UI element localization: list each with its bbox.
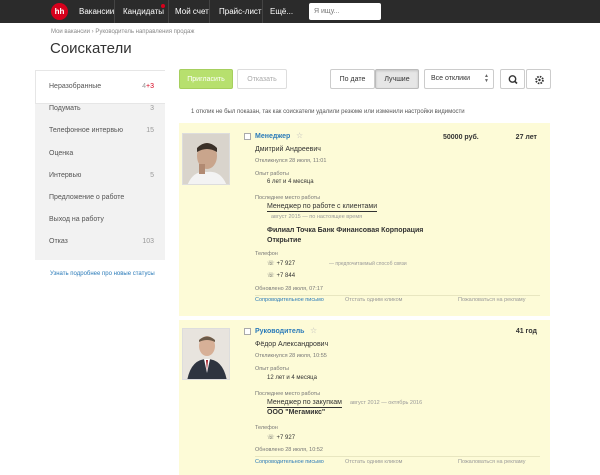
candidate-position-link[interactable]: Менеджер — [255, 133, 290, 140]
last-job-title[interactable]: Менеджер по работе с клиентами — [267, 203, 378, 212]
candidate-age: 27 лет — [515, 134, 537, 141]
candidate-age: 41 год — [515, 328, 537, 335]
updated-date: Обновлено 28 июля, 07:17 — [255, 286, 323, 292]
cover-letter-link[interactable]: Сопроводительное письмо — [255, 297, 324, 303]
candidate-checkbox[interactable] — [244, 133, 251, 140]
nav-divider — [114, 0, 115, 23]
updated-date: Обновлено 28 июля, 10:52 — [255, 447, 323, 453]
header-search-input[interactable] — [309, 3, 381, 20]
candidate-photo[interactable] — [182, 133, 230, 185]
learn-more-statuses-link[interactable]: Узнать подробнее про новые статусы — [50, 270, 160, 279]
candidate-checkbox[interactable] — [244, 328, 251, 335]
candidate-card: Руководитель ☆ 41 год Фёдор Александрови… — [179, 320, 550, 475]
nav-price-list[interactable]: Прайс-лист — [219, 7, 262, 16]
phone-label: Телефон — [255, 251, 278, 257]
nav-candidates[interactable]: Кандидаты — [123, 7, 164, 16]
phone-value[interactable]: +7 927 — [277, 435, 296, 441]
sidebar-count-think: 3 — [150, 105, 154, 112]
last-job-dates: август 2015 — по настоящее время — [271, 214, 363, 220]
nav-more[interactable]: Ещё... — [270, 7, 293, 16]
settings-button[interactable] — [526, 69, 551, 89]
invite-button[interactable]: Пригласить — [179, 69, 233, 89]
phone-value[interactable]: +7 927 — [277, 261, 296, 267]
favorite-star-icon[interactable]: ☆ — [310, 326, 317, 335]
last-job-company: Филиал Точка Банк Финансовая Корпорация … — [267, 227, 424, 244]
nav-my-account[interactable]: Мой счет — [175, 7, 209, 16]
responses-filter-value: Все отклики — [431, 75, 471, 82]
card-divider — [255, 456, 540, 457]
sidebar-item-assessment[interactable]: Оценка — [49, 150, 73, 157]
candidate-salary: 50000 руб. — [443, 134, 479, 141]
nav-divider — [168, 0, 169, 23]
sort-best-button[interactable]: Лучшие — [375, 69, 419, 89]
last-job-title[interactable]: Менеджер по закупкам — [267, 399, 342, 408]
reject-button[interactable]: Отказать — [237, 69, 287, 89]
candidate-photo-image — [183, 329, 229, 379]
phone-label: Телефон — [255, 425, 278, 431]
status-sidebar: Неразобранные 4 +3 Подумать 3 Телефонное… — [35, 70, 165, 260]
phone-number: ☏ +7 844 — [267, 272, 295, 279]
notification-dot-icon — [161, 4, 165, 8]
sort-by-date-button[interactable]: По дате — [330, 69, 375, 89]
sidebar-count-phone-interview: 15 — [146, 127, 154, 134]
last-job-company: ООО "Мегамикс" — [267, 409, 326, 416]
search-button[interactable] — [500, 69, 525, 89]
sidebar-item-job-offer[interactable]: Предложение о работе — [49, 194, 124, 201]
nav-divider — [262, 0, 263, 23]
candidate-card: Менеджер ☆ 50000 руб. 27 лет Дмитрий Анд… — [179, 123, 550, 316]
last-job-label: Последнее место работы — [255, 195, 321, 201]
experience-label: Опыт работы — [255, 366, 289, 372]
sidebar-item-think[interactable]: Подумать — [49, 105, 81, 112]
experience-value: 12 лет и 4 месяца — [267, 375, 317, 381]
responses-filter-select[interactable]: Все отклики ▲ ▼ — [424, 69, 494, 89]
report-ad-link[interactable]: Пожаловаться на рекламу — [458, 459, 526, 465]
page-title: Соискатели — [50, 40, 132, 57]
phone-value[interactable]: +7 844 — [277, 273, 296, 279]
card-divider — [255, 295, 540, 296]
top-navigation-bar: hh Вакансии Кандидаты Мой счет Прайс-лис… — [0, 0, 600, 23]
last-job-dates: август 2012 — октябрь 2016 — [350, 400, 423, 406]
cover-letter-link[interactable]: Сопроводительное письмо — [255, 459, 324, 465]
search-icon — [508, 75, 518, 85]
one-click-reject-link[interactable]: Отстать одним кликом — [345, 297, 402, 303]
select-arrows-icon: ▲ ▼ — [484, 73, 489, 84]
sidebar-new-count-unsorted: +3 — [146, 83, 154, 90]
phone-icon: ☏ — [267, 273, 275, 279]
breadcrumb[interactable]: Мои вакансии › Руководитель направления … — [51, 29, 194, 35]
one-click-reject-link[interactable]: Отстать одним кликом — [345, 459, 402, 465]
sidebar-item-interview[interactable]: Интервью — [49, 172, 81, 179]
experience-value: 6 лет и 4 месяца — [267, 179, 314, 185]
hidden-responses-notice: 1 отклик не был показан, так как соискат… — [191, 109, 465, 115]
header-search-box — [309, 3, 381, 20]
phone-icon: ☏ — [267, 261, 275, 267]
preferred-contact-note: — предпочитаемый способ связи — [329, 261, 407, 267]
nav-divider — [209, 0, 210, 23]
experience-label: Опыт работы — [255, 171, 289, 177]
hh-logo[interactable]: hh — [51, 3, 68, 20]
candidate-photo-image — [183, 134, 229, 184]
gear-icon — [535, 75, 544, 85]
candidate-name: Дмитрий Андреевич — [255, 146, 321, 153]
last-job-label: Последнее место работы — [255, 391, 321, 397]
sidebar-count-rejected: 103 — [142, 238, 154, 245]
phone-number: ☏ +7 927 — [267, 434, 295, 441]
sidebar-item-rejected[interactable]: Отказ — [49, 238, 68, 245]
sidebar-count-interview: 5 — [150, 172, 154, 179]
sidebar-item-unsorted[interactable]: Неразобранные — [49, 83, 101, 90]
phone-icon: ☏ — [267, 435, 275, 441]
report-ad-link[interactable]: Пожаловаться на рекламу — [458, 297, 526, 303]
candidate-response-date: Откликнулся 28 июля, 10:55 — [255, 353, 327, 359]
phone-number: ☏ +7 927 — [267, 260, 295, 267]
favorite-star-icon[interactable]: ☆ — [296, 131, 303, 140]
candidate-photo[interactable] — [182, 328, 230, 380]
nav-vacancies[interactable]: Вакансии — [79, 7, 114, 16]
candidate-position-link[interactable]: Руководитель — [255, 328, 304, 335]
sidebar-item-phone-interview[interactable]: Телефонное интервью — [49, 127, 123, 134]
candidate-response-date: Откликнулся 28 июля, 11:01 — [255, 158, 327, 164]
candidate-name: Фёдор Александрович — [255, 341, 329, 348]
sidebar-item-start-work[interactable]: Выход на работу — [49, 216, 104, 223]
